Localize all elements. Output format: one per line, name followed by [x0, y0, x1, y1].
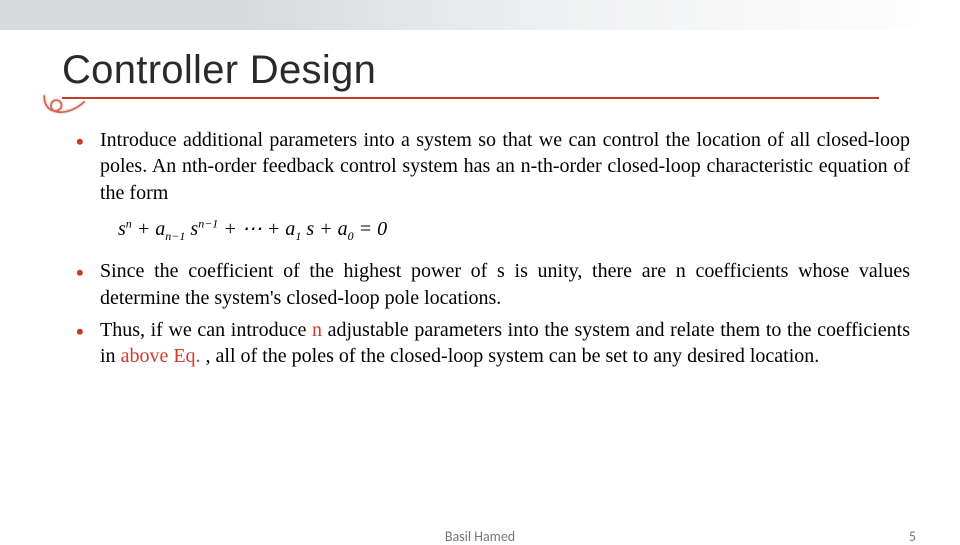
- eq-part: = 0: [354, 218, 388, 240]
- list-item: Introduce additional parameters into a s…: [70, 127, 910, 206]
- bullet-text: Since the coefficient of the highest pow…: [100, 260, 910, 308]
- page-title: Controller Design: [62, 48, 922, 93]
- eq-part: + a: [132, 218, 166, 240]
- bullet-text-highlight: above Eq.: [121, 345, 206, 367]
- eq-part: + ⋯ + a: [218, 218, 295, 240]
- list-item: Since the coefficient of the highest pow…: [70, 258, 910, 311]
- eq-part: s + a: [301, 218, 347, 240]
- bullet-list: Introduce additional parameters into a s…: [70, 127, 910, 206]
- bullet-text-prefix: Thus, if we can introduce: [100, 319, 312, 341]
- slide-top-bar: [0, 0, 960, 30]
- list-item: Thus, if we can introduce n adjustable p…: [70, 317, 910, 370]
- bullet-text-highlight: n: [312, 319, 322, 341]
- slide-body: Controller Design Introduce additional p…: [0, 30, 960, 370]
- footer-author: Basil Hamed: [445, 528, 515, 545]
- bullet-text: Introduce additional parameters into a s…: [100, 129, 910, 204]
- footer-page-number: 5: [909, 528, 916, 545]
- eq-sup: n−1: [198, 217, 218, 231]
- bullet-list-2: Since the coefficient of the highest pow…: [70, 258, 910, 370]
- eq-sub: n−1: [165, 229, 185, 243]
- title-underline: [62, 97, 879, 99]
- eq-part: s: [118, 218, 126, 240]
- characteristic-equation: sn + an−1 sn−1 + ⋯ + a1 s + a0 = 0: [118, 216, 922, 244]
- bullet-text-suffix: , all of the poles of the closed-loop sy…: [206, 345, 820, 367]
- eq-part: s: [185, 218, 198, 240]
- ribbon-curl-icon: [40, 93, 86, 123]
- title-block: Controller Design: [48, 48, 922, 109]
